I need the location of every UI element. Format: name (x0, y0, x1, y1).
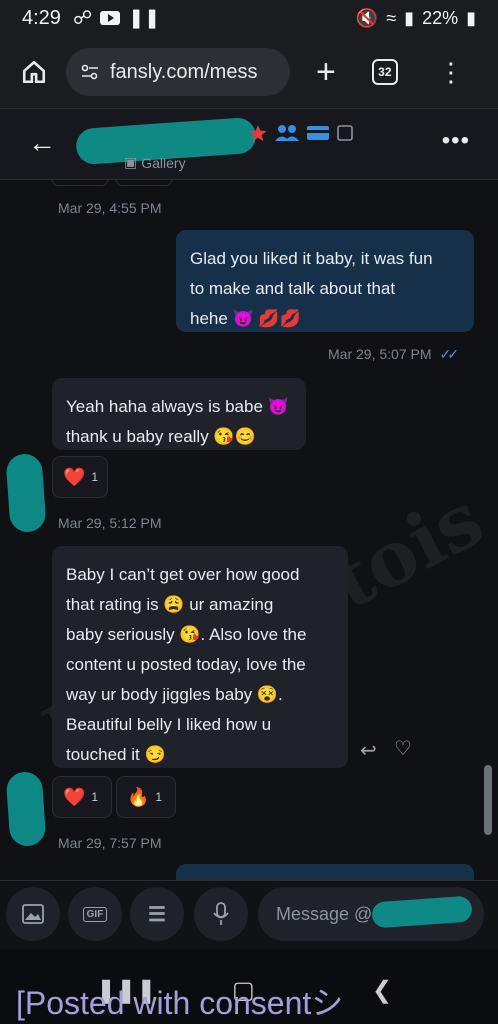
reaction-count: 1 (155, 790, 163, 804)
heart-reaction-icon: ❤️ (63, 786, 86, 807)
reaction-chip[interactable]: 🔥 1 (116, 776, 176, 818)
status-bar: 4:29 ☍ ❚❚ 🔇 ≈ ▮ 22% ▮ (0, 0, 498, 36)
read-receipt-icon: ✓✓ (439, 346, 460, 362)
gif-label: GIF (82, 906, 108, 922)
message-line: baby seriously 😘. Also love the (66, 625, 307, 644)
browser-menu-icon[interactable]: ⋮ (438, 59, 464, 85)
chat-header: ← ▣ Gallery ••• (0, 108, 498, 180)
outgoing-message-partial (176, 864, 474, 880)
microphone-icon (213, 902, 229, 925)
message-list[interactable]: Miss Artois Mar 29, 4:55 PM Glad you lik… (0, 180, 498, 880)
image-icon: ▣ (124, 154, 138, 170)
reaction-count: 1 (91, 470, 99, 484)
redacted-avatar (5, 452, 47, 534)
message-line: Yeah haha always is babe 😈 (66, 397, 289, 416)
reaction-count: 1 (91, 790, 99, 804)
scrollbar-thumb[interactable] (484, 765, 492, 835)
address-bar[interactable]: fansly.com/mess (66, 48, 290, 96)
home-icon (22, 60, 46, 84)
message-line: Glad you liked it baby, it was fun (190, 249, 433, 268)
link-icon: ☍ (72, 7, 93, 29)
status-time: 4:29 (22, 6, 61, 29)
battery-icon: ▮ (466, 7, 476, 28)
site-settings-icon[interactable] (80, 62, 100, 82)
users-icon (275, 125, 299, 141)
message-line: way ur body jiggles baby 😵. (66, 685, 283, 704)
pause-icon: ❚❚ (128, 7, 161, 29)
attach-image-button[interactable] (6, 887, 60, 941)
voice-button[interactable] (194, 887, 248, 941)
fire-reaction-icon: 🔥 (127, 786, 150, 807)
message-line: to make and talk about that (190, 279, 396, 298)
add-reaction-icon[interactable]: ♡ (394, 736, 412, 761)
gallery-label: Gallery (141, 154, 186, 171)
signal-icon: ▮ (404, 7, 415, 28)
message-timestamp: Mar 29, 5:07 PM ✓✓ (328, 346, 460, 362)
youtube-icon (100, 11, 121, 25)
new-tab-button[interactable]: + (316, 55, 336, 89)
message-line: Baby I can’t get over how good (66, 565, 300, 584)
redacted-avatar (5, 770, 47, 848)
message-timestamp: Mar 29, 5:12 PM (58, 515, 162, 531)
partial-bubble-edge (52, 180, 108, 186)
url-text: fansly.com/mess (110, 60, 258, 83)
back-arrow-icon[interactable]: ← (28, 127, 56, 159)
back-nav-icon[interactable]: ❮ (372, 976, 392, 1005)
list-icon: ☰ (148, 903, 166, 926)
incoming-message[interactable]: Baby I can’t get over how good that rati… (52, 546, 348, 768)
mute-icon: 🔇 (355, 7, 379, 28)
more-options-icon[interactable]: ••• (442, 127, 470, 155)
reaction-chip[interactable]: ❤️ 1 (52, 776, 112, 818)
incoming-message[interactable]: Yeah haha always is babe 😈 thank u baby … (52, 378, 306, 450)
message-timestamp: Mar 29, 4:55 PM (58, 200, 162, 216)
partial-bubble-edge (116, 180, 172, 186)
battery-text: 22% (422, 7, 459, 28)
message-composer: GIF ☰ Message @ (0, 880, 498, 950)
message-line: hehe 😈 💋💋 (190, 309, 301, 328)
message-line: content u posted today, love the (66, 655, 306, 674)
caption-suffix: シ (311, 985, 344, 1021)
reaction-chip[interactable]: ❤️ 1 (52, 456, 108, 498)
browser-toolbar: fansly.com/mess + 32 ⋮ (0, 36, 498, 108)
star-icon (249, 125, 267, 141)
message-line: Beautiful belly I liked how u (66, 715, 272, 734)
heart-reaction-icon: ❤️ (63, 466, 86, 487)
message-timestamp: Mar 29, 7:57 PM (58, 835, 162, 851)
message-placeholder: Message @ (276, 903, 373, 924)
gallery-link[interactable]: ▣ Gallery (124, 154, 186, 171)
outgoing-message[interactable]: Glad you liked it baby, it was fun to ma… (176, 230, 474, 332)
message-line: that rating is 😩 ur amazing (66, 595, 274, 614)
consent-caption: [Posted with consentシ (16, 985, 344, 1021)
reply-icon[interactable]: ↩ (360, 738, 377, 763)
card-icon (307, 126, 329, 140)
image-icon (22, 904, 44, 924)
tab-switcher-button[interactable]: 32 (371, 59, 398, 85)
gif-button[interactable]: GIF (68, 887, 122, 941)
message-line: thank u baby really 😘😊 (66, 427, 256, 446)
home-button[interactable] (16, 54, 52, 90)
wifi-icon: ≈ (386, 7, 397, 28)
format-button[interactable]: ☰ (130, 887, 184, 941)
note-icon (337, 125, 353, 141)
message-line: touched it 😏 (66, 745, 166, 764)
